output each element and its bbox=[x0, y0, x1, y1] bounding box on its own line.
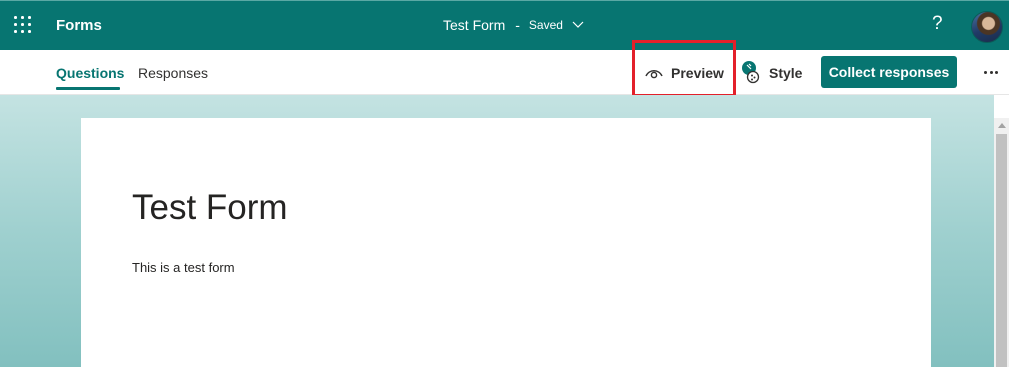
top-bar: Forms Test Form - Saved ? bbox=[0, 0, 1009, 50]
eye-icon bbox=[645, 70, 663, 79]
form-title-dropdown[interactable]: Test Form - Saved bbox=[443, 17, 584, 33]
top-border bbox=[0, 0, 1009, 1]
vertical-scrollbar[interactable] bbox=[994, 118, 1009, 367]
preview-button[interactable]: Preview bbox=[645, 62, 724, 84]
collect-responses-button[interactable]: Collect responses bbox=[821, 56, 957, 88]
scroll-thumb[interactable] bbox=[996, 134, 1007, 367]
more-icon[interactable] bbox=[982, 62, 1000, 82]
form-description[interactable]: This is a test form bbox=[132, 260, 235, 275]
palette-icon bbox=[742, 61, 760, 84]
help-icon[interactable]: ? bbox=[932, 13, 943, 35]
app-name[interactable]: Forms bbox=[56, 17, 102, 34]
title-separator: - bbox=[515, 17, 520, 33]
header-form-title: Test Form bbox=[443, 17, 506, 33]
style-button[interactable]: Style bbox=[741, 58, 802, 88]
app-launcher-icon[interactable] bbox=[14, 16, 32, 34]
command-bar: Questions Responses Preview Style Collec… bbox=[0, 50, 1009, 95]
active-tab-indicator bbox=[56, 87, 120, 90]
tab-questions[interactable]: Questions bbox=[56, 65, 124, 81]
avatar[interactable] bbox=[971, 11, 1003, 43]
chevron-down-icon bbox=[572, 21, 584, 28]
preview-label: Preview bbox=[671, 65, 724, 81]
tab-responses[interactable]: Responses bbox=[138, 65, 208, 81]
scroll-up-icon[interactable] bbox=[998, 123, 1006, 128]
form-card: Test Form This is a test form bbox=[81, 118, 931, 367]
style-label: Style bbox=[769, 65, 803, 81]
save-status: Saved bbox=[528, 18, 563, 32]
form-title[interactable]: Test Form bbox=[132, 188, 288, 228]
